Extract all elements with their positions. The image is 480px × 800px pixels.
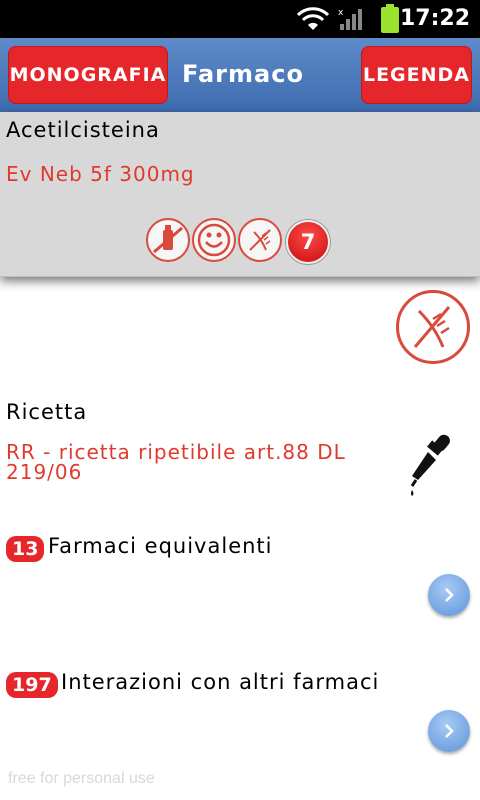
smiley-icon [192, 218, 236, 262]
svg-text:x: x [338, 8, 344, 18]
drug-card: Acetilcisteina Ev Neb 5f 300mg 7 [0, 112, 480, 277]
drug-name: Acetilcisteina [6, 118, 160, 142]
drug-dose: Ev Neb 5f 300mg [6, 162, 195, 186]
chevron-right-icon[interactable] [428, 710, 470, 752]
app-header: MONOGRAFIA Farmaco LEGENDA [0, 38, 480, 112]
gluten-section [0, 276, 480, 393]
wifi-icon [296, 7, 330, 30]
section-title: Ricetta [6, 400, 88, 424]
signal-icon: x [338, 8, 362, 30]
equivalenti-section[interactable]: 13 Farmaci equivalenti [0, 528, 480, 665]
ricetta-section: Ricetta RR - ricetta ripetibile art.88 D… [0, 392, 480, 529]
legenda-button[interactable]: LEGENDA [361, 46, 472, 104]
no-alcohol-icon [146, 218, 190, 262]
chevron-right-icon[interactable] [428, 574, 470, 616]
dropper-icon [410, 434, 450, 496]
equivalenti-count-badge: 13 [6, 536, 45, 562]
section-title: Interazioni con altri farmaci [61, 670, 380, 694]
page-title: Farmaco [182, 60, 304, 88]
battery-icon [381, 4, 399, 33]
section-title: Farmaci equivalenti [48, 534, 273, 558]
interazioni-count-badge: 197 [6, 672, 58, 698]
count-badge[interactable]: 7 [286, 220, 330, 264]
monografia-button[interactable]: MONOGRAFIA [8, 46, 168, 104]
gluten-free-icon [396, 290, 470, 364]
clock: 17:22 [399, 6, 470, 31]
gluten-free-icon [238, 218, 282, 262]
ricetta-text: RR - ricetta ripetibile art.88 DL 219/06 [6, 440, 346, 484]
footer-note: free for personal use [8, 770, 155, 787]
status-bar: x 17:22 [0, 0, 480, 38]
